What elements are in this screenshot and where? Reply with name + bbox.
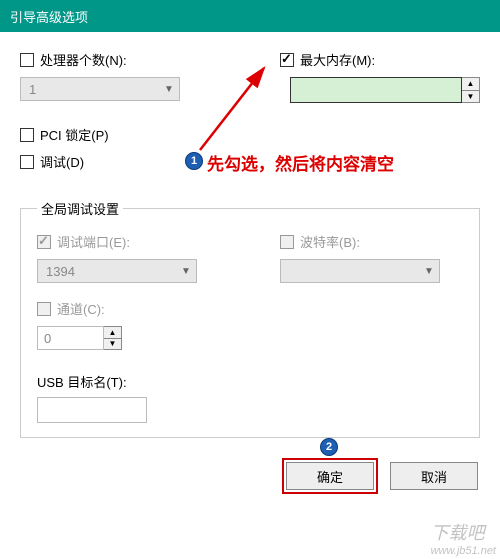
spinner-up-icon: ▲ [104,327,121,339]
global-debug-fieldset: 全局调试设置 调试端口(E): 1394 ▼ 波特率(B): [20,199,480,438]
step-badge-1: 1 [185,152,203,170]
ok-button[interactable]: 确定 [286,462,374,490]
pci-lock-label: PCI 锁定(P) [40,125,109,144]
usb-target-label: USB 目标名(T): [37,372,463,391]
chevron-down-icon: ▼ [159,78,179,100]
usb-target-input[interactable] [37,397,147,423]
debug-port-combo: 1394 ▼ [37,259,197,283]
annotation-text: 先勾选，然后将内容清空 [207,150,394,175]
baud-combo: ▼ [280,259,440,283]
debug-port-value: 1394 [38,264,176,279]
spinner-down-icon: ▼ [104,339,121,350]
chevron-down-icon: ▼ [419,260,439,282]
debug-checkbox[interactable] [20,155,34,169]
max-memory-label: 最大内存(M): [300,50,375,69]
debug-port-label: 调试端口(E): [57,232,130,251]
channel-label: 通道(C): [57,299,105,318]
cancel-button[interactable]: 取消 [390,462,478,490]
spinner-buttons[interactable]: ▲ ▼ [462,77,480,103]
watermark: 下载吧 www.jb51.net [431,519,496,557]
baud-label: 波特率(B): [300,232,360,251]
global-debug-legend: 全局调试设置 [37,199,123,218]
max-memory-field[interactable]: ▲ ▼ [290,77,480,103]
pci-lock-checkbox[interactable] [20,128,34,142]
step-badge-2: 2 [320,438,338,456]
processors-combo[interactable]: 1 ▼ [20,77,180,101]
debug-label: 调试(D) [40,152,84,171]
processors-value: 1 [21,82,159,97]
baud-checkbox [280,235,294,249]
chevron-down-icon: ▼ [176,260,196,282]
max-memory-checkbox[interactable] [280,53,294,67]
spinner-down-icon[interactable]: ▼ [462,91,479,103]
processors-checkbox[interactable] [20,53,34,67]
window-title: 引导高级选项 [10,7,88,26]
title-bar: 引导高级选项 [0,0,500,32]
debug-port-checkbox [37,235,51,249]
channel-value: 0 [37,326,104,350]
spinner-buttons: ▲ ▼ [104,326,122,350]
processors-label: 处理器个数(N): [40,50,127,69]
channel-spinner: 0 ▲ ▼ [37,326,122,350]
spinner-up-icon[interactable]: ▲ [462,78,479,91]
channel-checkbox [37,302,51,316]
max-memory-input[interactable] [290,77,462,103]
